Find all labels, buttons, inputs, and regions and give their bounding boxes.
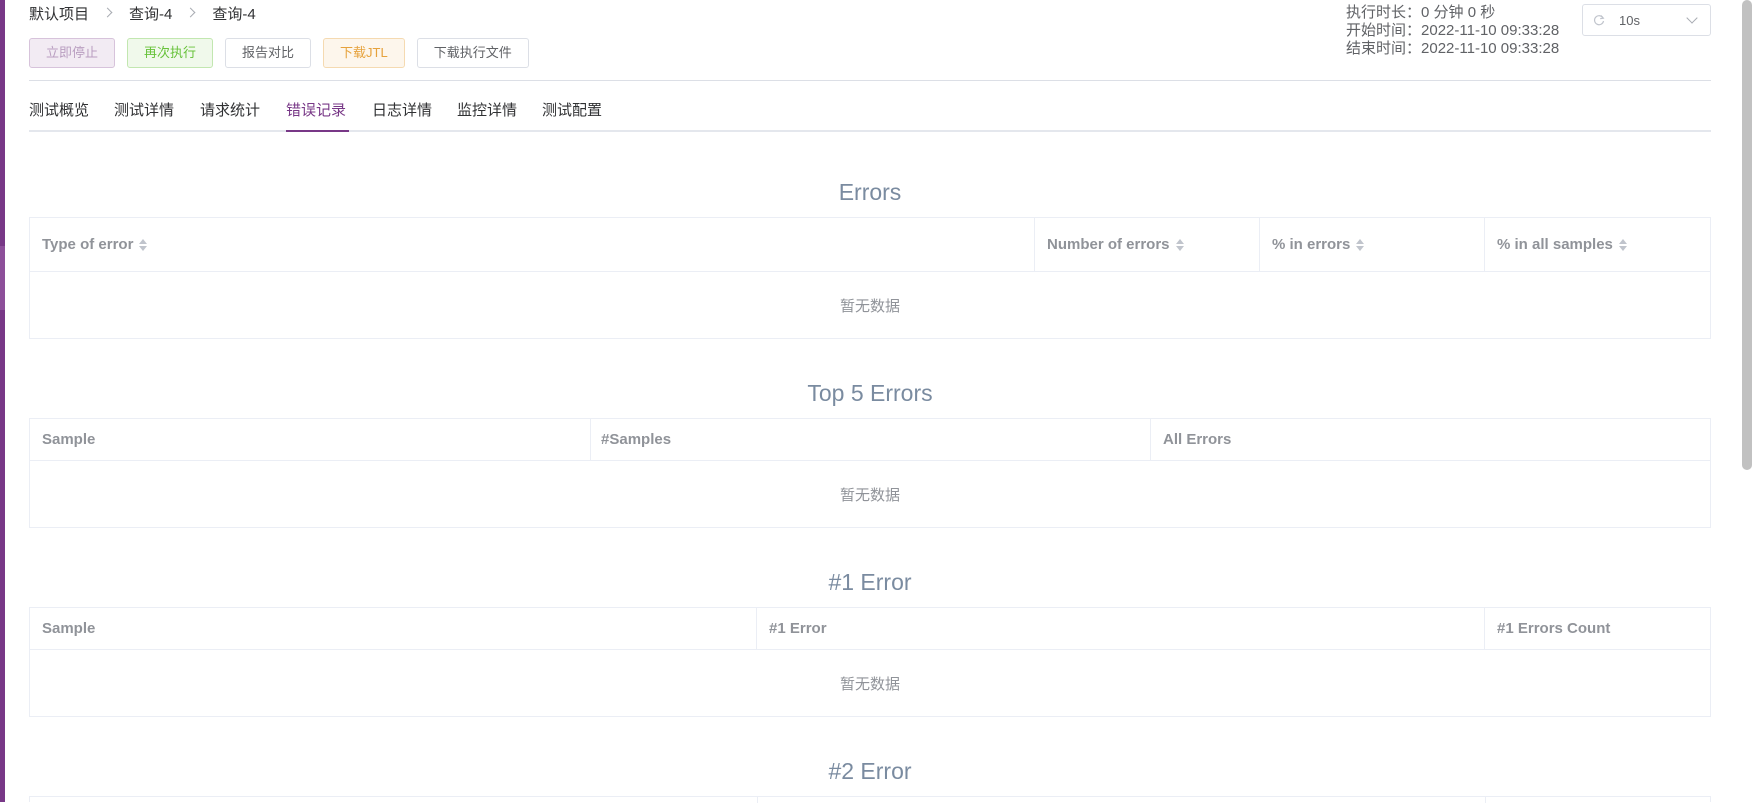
column-label: Type of error <box>42 236 134 253</box>
column-divider <box>1485 797 1486 803</box>
error2-table <box>29 796 1711 803</box>
header-divider <box>29 80 1711 81</box>
tab-details[interactable]: 测试详情 <box>114 96 174 130</box>
table-header: Sample #Samples All Errors <box>30 419 1710 461</box>
left-accent-bar-highlight <box>0 246 5 310</box>
report-compare-button[interactable]: 报告对比 <box>225 38 312 68</box>
column-header: Sample <box>30 608 757 649</box>
column-header[interactable]: Type of error <box>30 218 1035 271</box>
empty-placeholder: 暂无数据 <box>839 675 900 693</box>
error1-title: #1 Error <box>828 569 912 595</box>
start-time-row: 开始时间： 2022-11-10 09:33:28 <box>1346 22 1559 40</box>
column-divider <box>757 797 758 803</box>
column-header: #Samples <box>591 419 1151 460</box>
active-tab-indicator <box>286 130 349 132</box>
duration-value: 0 分钟 0 秒 <box>1421 4 1496 21</box>
column-header: #1 Error <box>757 608 1485 649</box>
column-header: Sample <box>30 419 591 460</box>
sort-icon[interactable] <box>1356 238 1365 251</box>
tab-overview[interactable]: 测试概览 <box>29 96 89 130</box>
start-time-label: 开始时间： <box>1346 22 1422 39</box>
scrollbar-thumb[interactable] <box>1742 0 1752 470</box>
breadcrumb-project[interactable]: 默认项目 <box>29 3 89 24</box>
column-header[interactable]: Number of errors <box>1035 218 1260 271</box>
errors-title: Errors <box>838 179 902 205</box>
tab-log-details[interactable]: 日志详情 <box>372 96 432 130</box>
rerun-button[interactable]: 再次执行 <box>127 38 214 68</box>
breadcrumb-report: 查询-4 <box>212 5 256 23</box>
tab-request-stats[interactable]: 请求统计 <box>200 96 260 130</box>
tab-monitor-details[interactable]: 监控详情 <box>457 96 517 130</box>
error1-table: Sample #1 Error #1 Errors Count 暂无数据 <box>29 607 1711 717</box>
empty-placeholder: 暂无数据 <box>839 297 900 315</box>
sort-icon[interactable] <box>139 238 148 251</box>
left-accent-bar <box>0 0 5 802</box>
errors-table: Type of error Number of errors % in erro… <box>29 217 1711 339</box>
refresh-icon <box>1593 14 1605 26</box>
refresh-interval-select[interactable]: 10s <box>1582 4 1711 36</box>
refresh-interval-value: 10s <box>1619 12 1640 28</box>
error2-title: #2 Error <box>828 758 912 784</box>
top5-errors-title: Top 5 Errors <box>807 380 933 406</box>
toolbar: 立即停止 再次执行 报告对比 下载JTL 下载执行文件 <box>29 38 529 68</box>
chevron-right-icon <box>184 6 200 20</box>
column-header[interactable]: % in all samples <box>1485 218 1710 271</box>
download-jtl-button[interactable]: 下载JTL <box>323 38 405 68</box>
breadcrumb-test[interactable]: 查询-4 <box>129 3 172 24</box>
chevron-right-icon <box>101 6 117 20</box>
empty-placeholder: 暂无数据 <box>839 486 900 504</box>
end-time-value: 2022-11-10 09:33:28 <box>1421 40 1560 57</box>
top5-errors-table: Sample #Samples All Errors 暂无数据 <box>29 418 1711 528</box>
start-time-value: 2022-11-10 09:33:28 <box>1421 22 1560 39</box>
execution-meta: 执行时长： 0 分钟 0 秒 开始时间： 2022-11-10 09:33:28… <box>1346 4 1559 58</box>
column-header: All Errors <box>1163 431 1232 448</box>
download-files-button[interactable]: 下载执行文件 <box>416 38 529 68</box>
column-label: % in errors <box>1272 236 1351 253</box>
sort-icon[interactable] <box>1618 238 1627 251</box>
report-tabs: 测试概览 测试详情 请求统计 错误记录 日志详情 监控详情 测试配置 <box>29 96 1711 132</box>
chevron-down-icon <box>1686 12 1698 24</box>
vertical-scrollbar[interactable] <box>1738 0 1756 802</box>
column-label: Number of errors <box>1047 236 1170 253</box>
tab-error-records[interactable]: 错误记录 <box>286 96 346 130</box>
breadcrumb: 默认项目 查询-4 查询-4 <box>29 2 256 24</box>
tab-test-config[interactable]: 测试配置 <box>542 96 602 130</box>
table-header: Sample #1 Error #1 Errors Count <box>30 608 1710 650</box>
end-time-label: 结束时间： <box>1346 40 1422 57</box>
end-time-row: 结束时间： 2022-11-10 09:33:28 <box>1346 40 1559 58</box>
column-header: #1 Errors Count <box>1497 620 1611 637</box>
table-header: Type of error Number of errors % in erro… <box>30 218 1710 272</box>
tabs-baseline <box>29 130 1711 132</box>
column-label: % in all samples <box>1497 236 1613 253</box>
sort-icon[interactable] <box>1175 238 1184 251</box>
column-header[interactable]: % in errors <box>1260 218 1485 271</box>
stop-now-button[interactable]: 立即停止 <box>29 38 116 68</box>
duration-row: 执行时长： 0 分钟 0 秒 <box>1346 4 1559 22</box>
duration-label: 执行时长： <box>1346 4 1422 21</box>
